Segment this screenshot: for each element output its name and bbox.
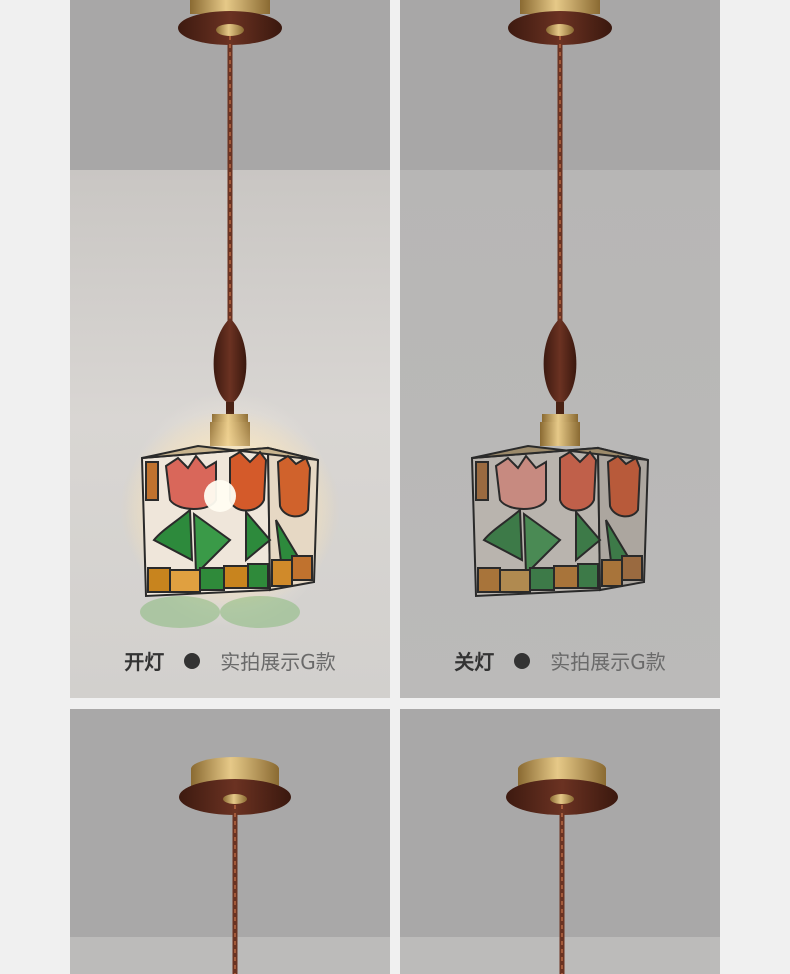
pendant-lamp-unlit-image xyxy=(470,0,650,598)
state-label: 关灯 xyxy=(454,650,495,674)
ceiling-canopy-image xyxy=(506,757,618,974)
bullet-dot-icon xyxy=(514,652,531,669)
bullet-dot-icon xyxy=(184,652,201,669)
ceiling-canopy-image xyxy=(179,757,291,974)
product-label: 实拍展示G款 xyxy=(550,650,666,674)
caption: 关灯 实拍展示G款 xyxy=(400,646,720,675)
state-label: 开灯 xyxy=(124,650,165,674)
product-label: 实拍展示G款 xyxy=(220,650,336,674)
product-photo-canopy-right xyxy=(400,709,720,974)
product-photo-light-on: 开灯 实拍展示G款 xyxy=(70,0,390,698)
product-photo-canopy-left xyxy=(70,709,390,974)
caption: 开灯 实拍展示G款 xyxy=(70,646,390,675)
pendant-lamp-lit-image xyxy=(120,0,340,628)
product-photo-light-off: 关灯 实拍展示G款 xyxy=(400,0,720,698)
